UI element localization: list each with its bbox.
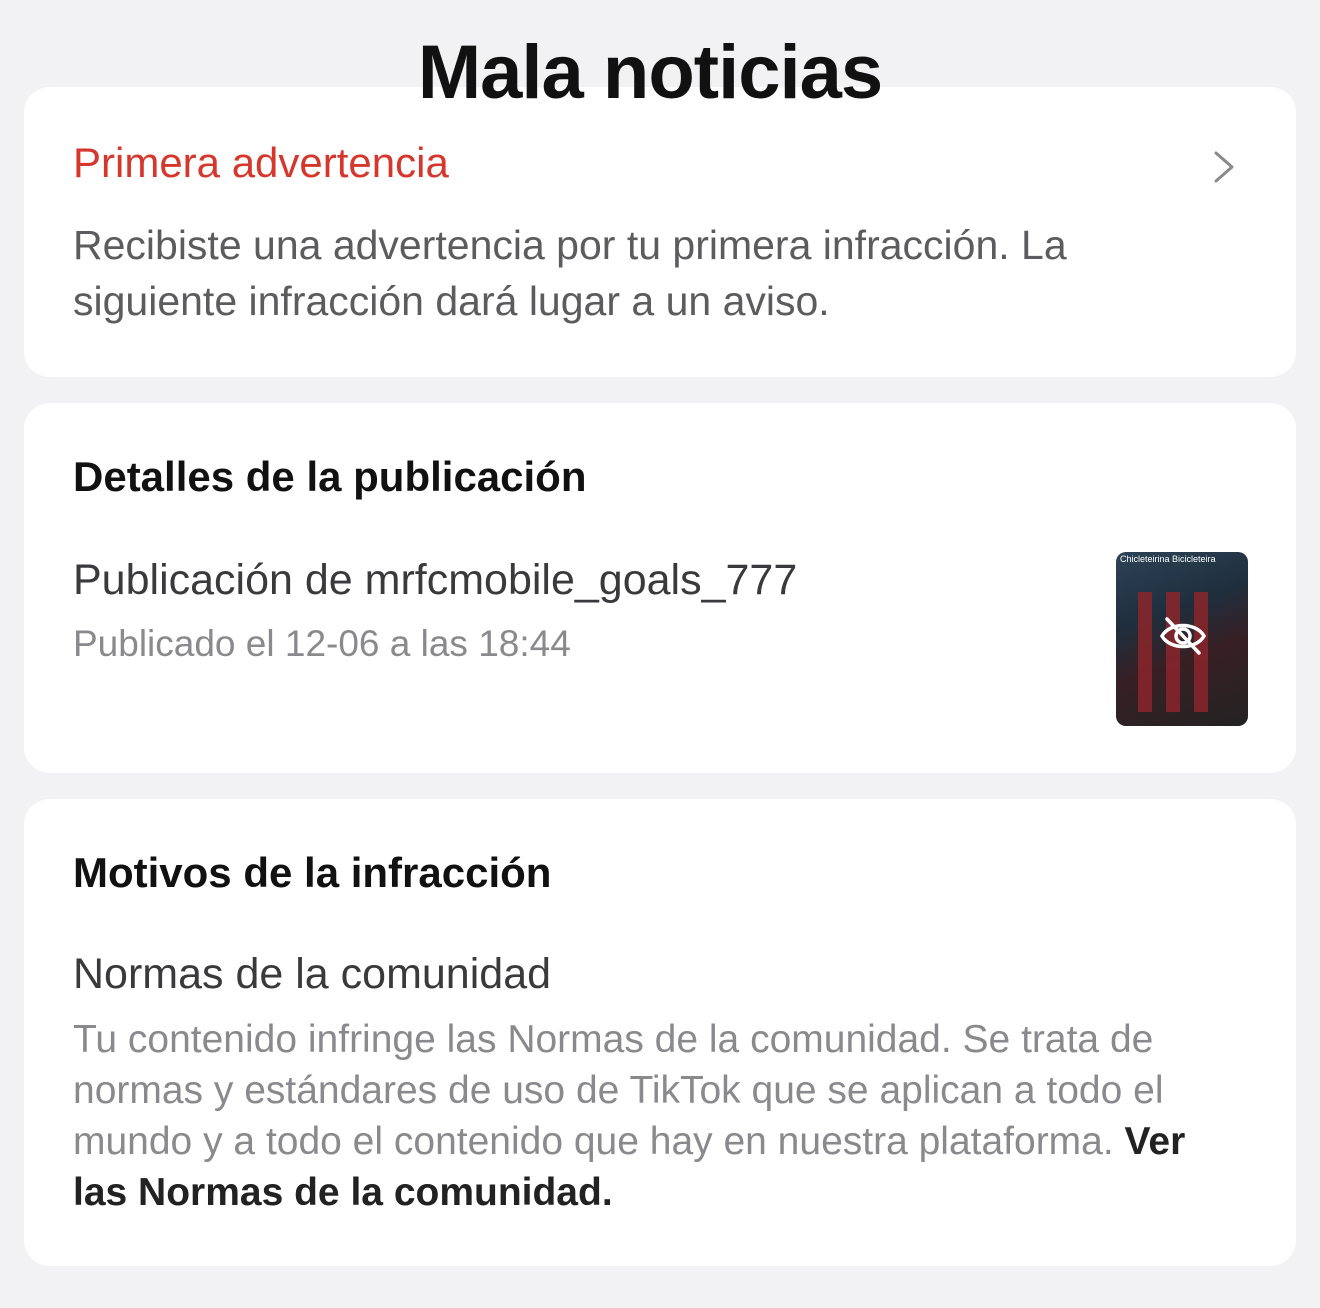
post-details-heading: Detalles de la publicación <box>73 453 587 500</box>
post-title: Publicación de mrfcmobile_goals_777 <box>73 556 798 604</box>
overlay-title: Mala noticias <box>417 30 883 115</box>
rule-description: Tu contenido infringe las Normas de la c… <box>73 1014 1243 1218</box>
warning-card[interactable]: Primera advertencia Recibiste una advert… <box>24 87 1296 377</box>
violation-reasons-card: Motivos de la infracción Normas de la co… <box>24 799 1296 1266</box>
warning-title: Primera advertencia <box>73 139 449 186</box>
chevron-right-icon[interactable] <box>1208 147 1238 187</box>
post-date: Publicado el 12-06 a las 18:44 <box>73 623 571 664</box>
violation-reasons-heading: Motivos de la infracción <box>73 849 552 896</box>
post-details-card: Detalles de la publicación Publicación d… <box>24 403 1296 773</box>
post-thumbnail[interactable]: Chicleteirina Bicicleteira <box>1116 552 1248 726</box>
eye-off-icon <box>1159 617 1207 655</box>
thumbnail-caption: Chicleteirina Bicicleteira <box>1120 554 1216 564</box>
rule-description-text: Tu contenido infringe las Normas de la c… <box>73 1018 1164 1163</box>
rule-title: Normas de la comunidad <box>73 950 552 998</box>
warning-description: Recibiste una advertencia por tu primera… <box>73 222 1067 324</box>
violation-screen: Mala noticias Primera advertencia Recibi… <box>0 0 1320 1308</box>
